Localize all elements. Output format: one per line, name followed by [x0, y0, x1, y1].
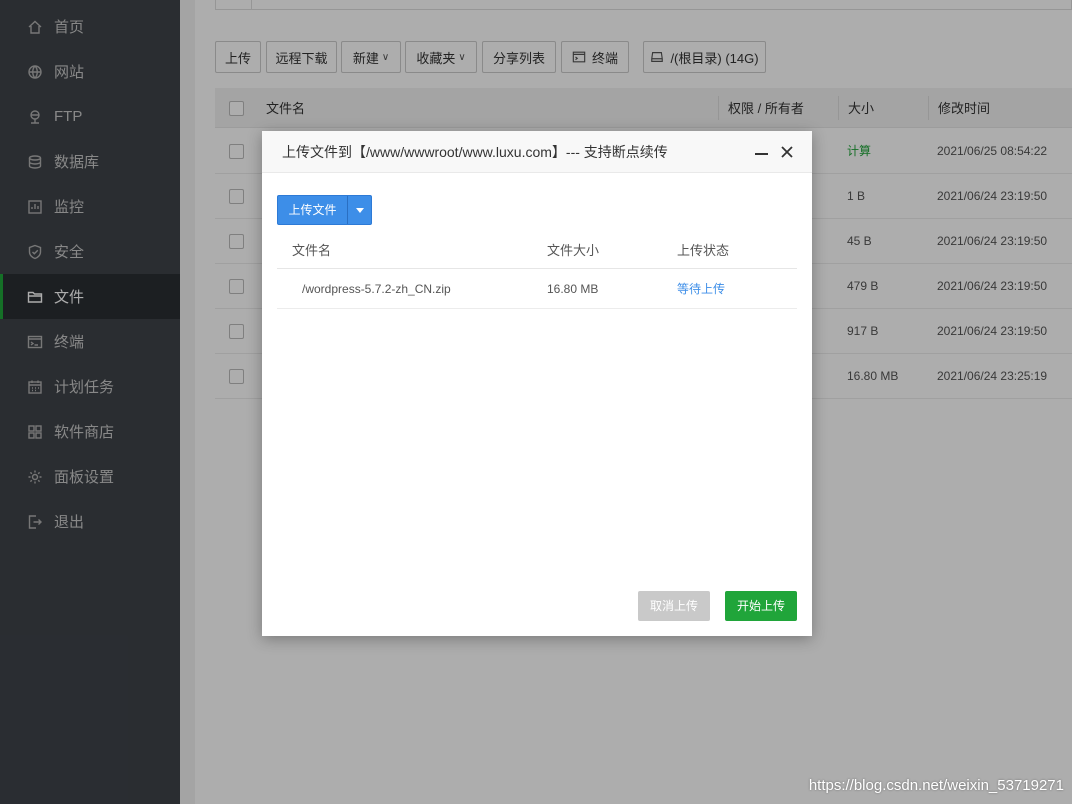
- upload-file-name: /wordpress-5.7.2-zh_CN.zip: [302, 282, 451, 296]
- cancel-upload-button[interactable]: 取消上传: [638, 591, 710, 621]
- upload-file-split-button: 上传文件: [277, 195, 372, 225]
- upload-dialog: 上传文件到【/www/wwwroot/www.luxu.com】--- 支持断点…: [262, 131, 812, 636]
- upload-list-header: 文件名 文件大小 上传状态: [277, 231, 797, 269]
- dialog-title: 上传文件到【/www/wwwroot/www.luxu.com】--- 支持断点…: [282, 144, 668, 160]
- start-upload-button[interactable]: 开始上传: [725, 591, 797, 621]
- upload-col-status: 上传状态: [677, 243, 730, 258]
- upload-file-status: 等待上传: [677, 282, 726, 296]
- upload-file-button[interactable]: 上传文件: [278, 196, 347, 224]
- upload-col-size: 文件大小: [547, 243, 600, 258]
- upload-list-item: /wordpress-5.7.2-zh_CN.zip 16.80 MB 等待上传: [277, 269, 797, 309]
- upload-file-size: 16.80 MB: [547, 282, 599, 296]
- watermark: https://blog.csdn.net/weixin_53719271: [808, 777, 1064, 794]
- upload-dropdown-toggle[interactable]: [348, 196, 372, 224]
- minimize-icon[interactable]: [754, 144, 770, 160]
- close-icon[interactable]: [779, 144, 795, 160]
- dialog-header[interactable]: 上传文件到【/www/wwwroot/www.luxu.com】--- 支持断点…: [262, 131, 812, 173]
- upload-col-name: 文件名: [292, 243, 332, 258]
